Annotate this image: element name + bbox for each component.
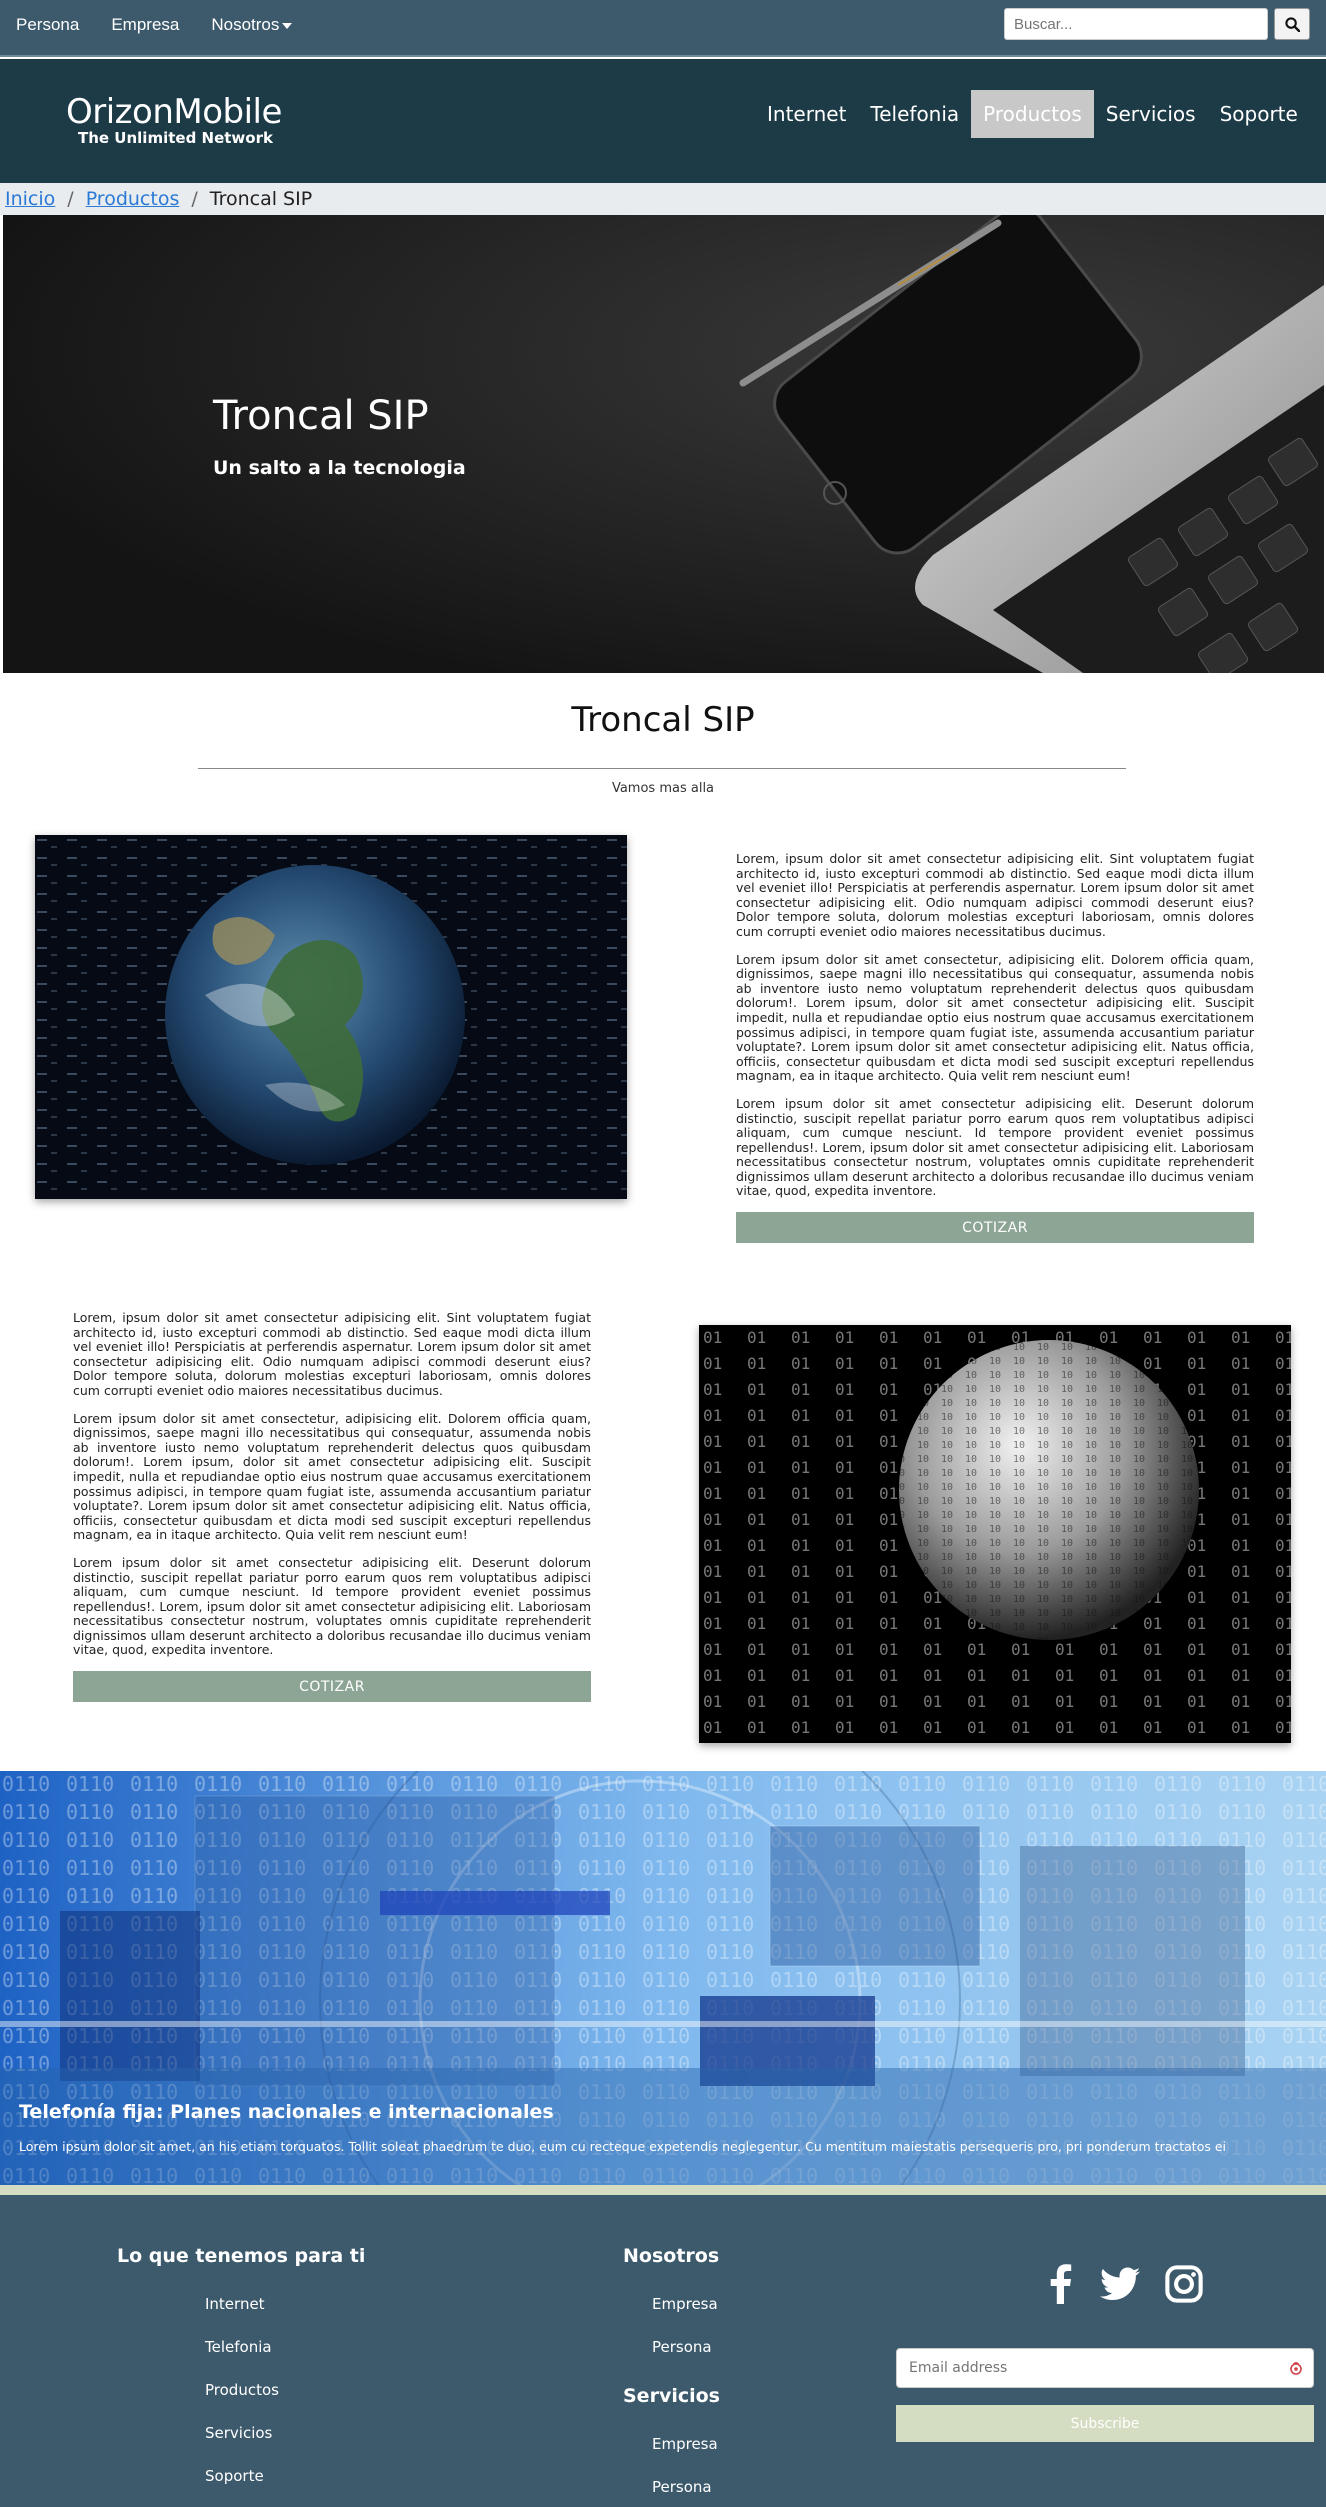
footer-heading-servicios: Servicios — [623, 2385, 720, 2407]
content-block-1: Lorem, ipsum dolor sit amet consectetur … — [736, 851, 1254, 1244]
sphere-graphic: 01 10 — [699, 1325, 1291, 1743]
breadcrumb-home[interactable]: Inicio — [5, 188, 55, 210]
footer-link-nosotros-empresa[interactable]: Empresa — [652, 2295, 718, 2313]
paragraph: Lorem ipsum dolor sit amet consectetur, … — [736, 951, 1254, 1084]
footer-link-servicios-empresa[interactable]: Empresa — [652, 2435, 718, 2453]
footer-link-soporte[interactable]: Soporte — [205, 2467, 264, 2485]
top-link-nosotros-label: Nosotros — [211, 15, 280, 34]
top-link-persona[interactable]: Persona — [16, 15, 79, 35]
cotizar-button[interactable]: COTIZAR — [736, 1212, 1254, 1244]
top-link-empresa[interactable]: Empresa — [111, 15, 179, 35]
content-text-2: Lorem, ipsum dolor sit amet consectetur … — [73, 1310, 591, 1658]
content-block-2: Lorem, ipsum dolor sit amet consectetur … — [73, 1310, 591, 1703]
footer-link-productos[interactable]: Productos — [205, 2381, 279, 2399]
banner-text: Lorem ipsum dolor sit amet, an his etiam… — [19, 2139, 1227, 2154]
nav-menu: Internet Telefonia Productos Servicios S… — [755, 90, 1310, 138]
instagram-icon[interactable] — [1162, 2262, 1206, 2306]
search-icon — [1284, 16, 1300, 32]
section-divider — [198, 768, 1126, 769]
earth-image — [35, 835, 627, 1199]
content-text-1: Lorem, ipsum dolor sit amet consectetur … — [736, 851, 1254, 1199]
breadcrumb-current: Troncal SIP — [209, 188, 313, 210]
breadcrumb-separator: / — [191, 188, 198, 210]
nav-item-internet[interactable]: Internet — [755, 90, 858, 138]
footer-heading-offerings: Lo que tenemos para ti — [117, 2245, 366, 2267]
promo-banner[interactable]: 0110 Telefonía fija: Planes nacionales e… — [0, 1771, 1326, 2185]
chevron-down-icon — [282, 22, 293, 29]
brand-tagline: The Unlimited Network — [78, 129, 273, 147]
brand-logo[interactable]: OrizonMobile — [66, 92, 282, 132]
banner-caption-overlay — [0, 2068, 1326, 2185]
footer-heading-nosotros: Nosotros — [623, 2245, 720, 2267]
laptop-phone-image — [3, 215, 1324, 673]
search-input[interactable] — [1004, 8, 1268, 40]
footer-accent-bar — [0, 2185, 1326, 2195]
paragraph: Lorem ipsum dolor sit amet consectetur a… — [736, 1095, 1254, 1199]
earth-graphic — [35, 835, 627, 1199]
section-subtitle: Vamos mas alla — [611, 781, 715, 796]
breadcrumb: Inicio / Productos / Troncal SIP — [0, 183, 1326, 215]
footer-link-telefonia[interactable]: Telefonia — [205, 2338, 272, 2356]
footer-link-nosotros-persona[interactable]: Persona — [652, 2338, 712, 2356]
top-link-nosotros-dropdown[interactable]: Nosotros — [211, 15, 293, 35]
nav-item-productos[interactable]: Productos — [971, 90, 1094, 138]
hero-title: Troncal SIP — [213, 393, 429, 439]
twitter-icon[interactable] — [1098, 2262, 1142, 2306]
breadcrumb-separator: / — [67, 188, 74, 210]
nav-item-telefonia[interactable]: Telefonia — [858, 90, 971, 138]
banner-title: Telefonía fija: Planes nacionales e inte… — [19, 2101, 554, 2123]
subscribe-button[interactable]: Subscribe — [896, 2405, 1314, 2442]
paragraph: Lorem ipsum dolor sit amet consectetur a… — [73, 1554, 591, 1658]
nav-item-servicios[interactable]: Servicios — [1094, 90, 1208, 138]
digital-sphere-image: 01 10 — [699, 1325, 1291, 1743]
footer: Lo que tenemos para ti Internet Telefoni… — [0, 2195, 1326, 2507]
password-manager-icon[interactable] — [1289, 2361, 1303, 2375]
breadcrumb-productos[interactable]: Productos — [86, 188, 180, 210]
email-field[interactable] — [896, 2348, 1314, 2388]
footer-link-servicios-persona[interactable]: Persona — [652, 2478, 712, 2496]
hero-banner: Troncal SIP Un salto a la tecnologia — [3, 215, 1324, 673]
footer-link-servicios[interactable]: Servicios — [205, 2424, 272, 2442]
paragraph: Lorem ipsum dolor sit amet consectetur, … — [73, 1410, 591, 1543]
main-navbar: OrizonMobile The Unlimited Network Inter… — [0, 59, 1326, 183]
section-title: Troncal SIP — [571, 700, 755, 740]
paragraph: Lorem, ipsum dolor sit amet consectetur … — [73, 1310, 591, 1398]
nav-item-soporte[interactable]: Soporte — [1208, 90, 1310, 138]
facebook-icon[interactable] — [1044, 2262, 1078, 2306]
cotizar-button[interactable]: COTIZAR — [73, 1671, 591, 1703]
paragraph: Lorem, ipsum dolor sit amet consectetur … — [736, 851, 1254, 939]
footer-link-internet[interactable]: Internet — [205, 2295, 265, 2313]
top-links: Persona Empresa Nosotros — [16, 15, 293, 35]
search-button[interactable] — [1274, 8, 1310, 40]
hero-subtitle: Un salto a la tecnologia — [213, 457, 466, 479]
top-bar: Persona Empresa Nosotros — [0, 0, 1326, 57]
